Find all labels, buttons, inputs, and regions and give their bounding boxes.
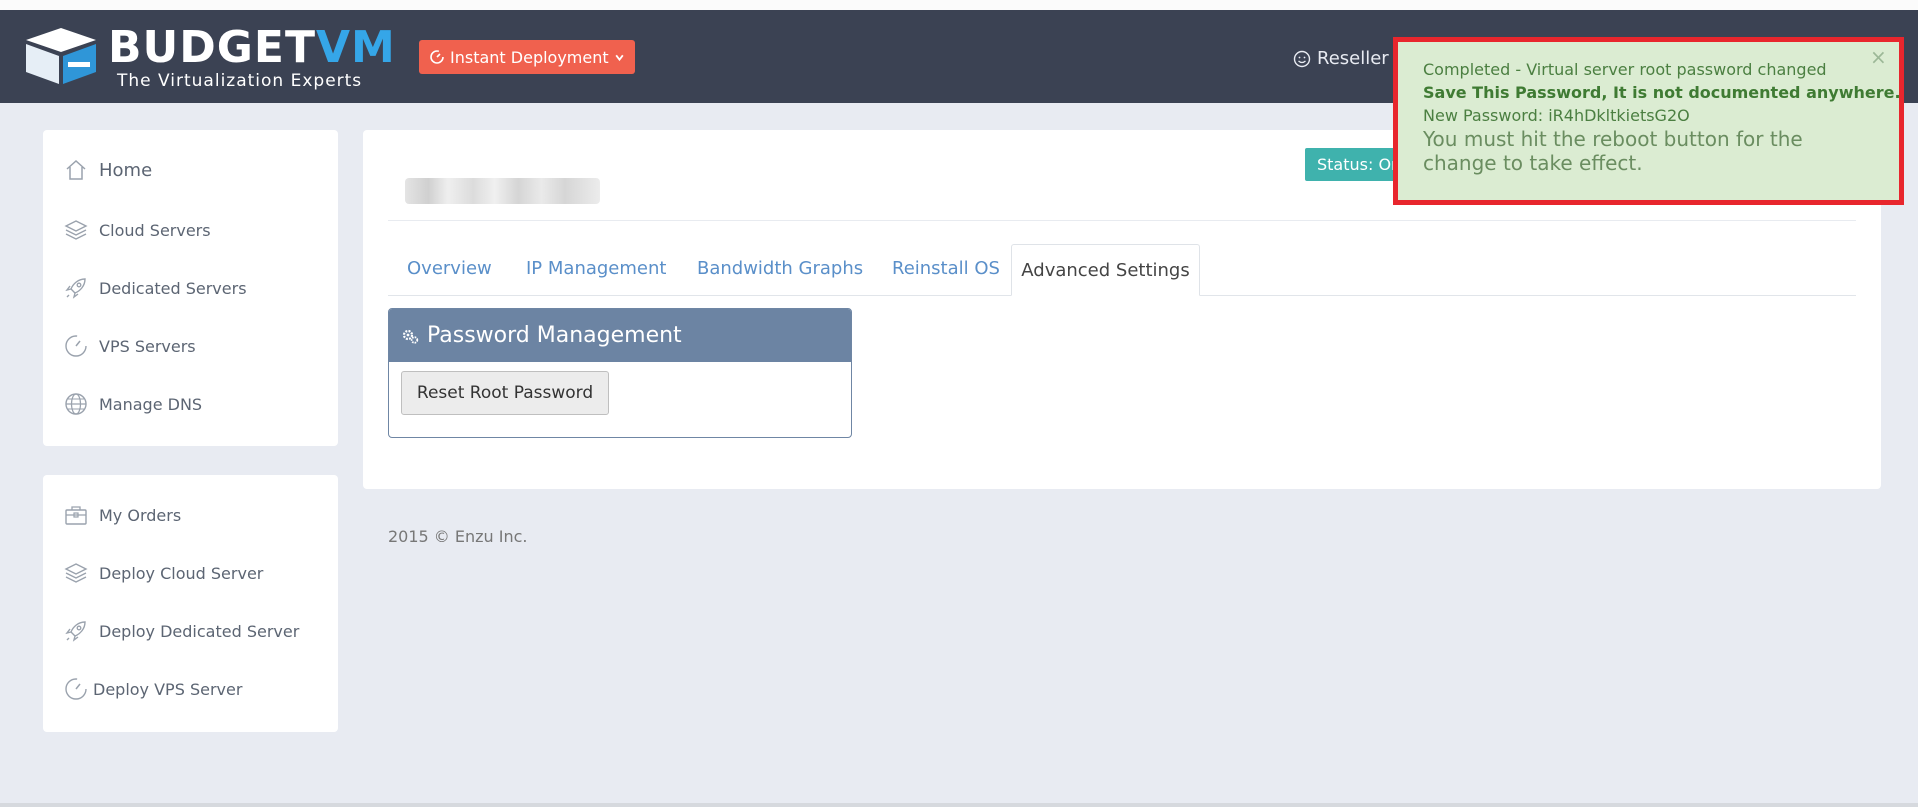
sidebar-secondary: My Orders Deploy Cloud Server Deploy Ded… — [43, 475, 338, 732]
server-name-redacted — [405, 178, 600, 204]
footer-copyright: 2015 © Enzu Inc. — [388, 527, 528, 546]
sidebar-item-label: VPS Servers — [99, 336, 196, 356]
sidebar-item-label: My Orders — [99, 505, 182, 525]
rocket-icon — [65, 621, 86, 642]
tab-reinstall-os[interactable]: Reinstall OS — [892, 258, 1000, 279]
tab-advanced-settings[interactable]: Advanced Settings — [1011, 244, 1200, 296]
panel-header: Password Management — [389, 309, 851, 362]
sidebar-primary: Home Cloud Servers Dedicated Servers VPS… — [43, 130, 338, 446]
status-badge: Status: On — [1305, 148, 1405, 181]
reseller-label: Reseller — [1317, 48, 1389, 69]
password-management-panel: Password Management Reset Root Password — [388, 308, 852, 438]
sidebar-item-deploy-vps-server[interactable]: Deploy VPS Server — [63, 676, 242, 702]
bottom-border — [0, 803, 1918, 807]
gauge-icon — [65, 678, 87, 700]
reseller-link[interactable]: Reseller — [1293, 48, 1389, 69]
layers-icon — [64, 563, 88, 583]
home-icon — [66, 159, 86, 180]
sidebar-item-label: Deploy VPS Server — [93, 679, 243, 699]
sidebar-item-label: Home — [99, 159, 153, 181]
briefcase-icon — [65, 506, 87, 525]
smiley-icon — [1293, 50, 1311, 67]
notification-status: Completed - Virtual server root password… — [1423, 60, 1827, 79]
header-divider — [388, 220, 1856, 221]
sidebar-item-vps-servers[interactable]: VPS Servers — [63, 333, 196, 359]
sidebar-item-manage-dns[interactable]: Manage DNS — [63, 391, 202, 417]
sidebar-item-dedicated-servers[interactable]: Dedicated Servers — [63, 275, 247, 301]
sidebar-item-label: Deploy Cloud Server — [99, 563, 264, 583]
browser-top-strip — [0, 0, 1918, 10]
tab-bandwidth-graphs[interactable]: Bandwidth Graphs — [697, 258, 863, 279]
gears-icon — [402, 329, 419, 344]
globe-icon — [65, 393, 87, 415]
brand-tagline: The Virtualization Experts — [117, 71, 363, 91]
tab-ip-management[interactable]: IP Management — [526, 258, 666, 279]
chevron-down-icon — [615, 54, 624, 61]
tab-overview[interactable]: Overview — [407, 258, 492, 279]
panel-title: Password Management — [427, 323, 682, 348]
close-icon[interactable]: × — [1870, 47, 1887, 67]
layers-icon — [64, 220, 88, 240]
notification-warning: Save This Password, It is not documented… — [1423, 83, 1901, 102]
sidebar-item-home[interactable]: Home — [63, 157, 152, 183]
gauge-icon — [65, 335, 87, 357]
notification-reboot-note: You must hit the reboot button for the c… — [1423, 127, 1803, 175]
budgetvm-logo[interactable]: BUDGETVM The Virtualization Experts — [22, 22, 402, 94]
success-notification: Completed - Virtual server root password… — [1393, 37, 1904, 205]
brand-name: BUDGETVM — [108, 22, 396, 73]
cube-logo-icon — [26, 28, 96, 84]
sidebar-item-deploy-cloud-server[interactable]: Deploy Cloud Server — [63, 560, 263, 586]
sidebar-item-label: Cloud Servers — [99, 220, 211, 240]
sidebar-item-label: Manage DNS — [99, 394, 203, 414]
instant-deployment-button[interactable]: Instant Deployment — [419, 40, 635, 74]
rocket-icon — [65, 278, 86, 299]
deploy-button-label: Instant Deployment — [450, 47, 609, 67]
sidebar-item-cloud-servers[interactable]: Cloud Servers — [63, 217, 211, 243]
sidebar-item-deploy-dedicated-server[interactable]: Deploy Dedicated Server — [63, 618, 299, 644]
sidebar-item-label: Dedicated Servers — [99, 278, 247, 298]
reset-root-password-button[interactable]: Reset Root Password — [401, 371, 609, 415]
sidebar-item-my-orders[interactable]: My Orders — [63, 502, 181, 528]
gauge-icon — [430, 50, 444, 64]
sidebar-item-label: Deploy Dedicated Server — [99, 621, 300, 641]
notification-new-password: New Password: iR4hDkltkietsG2O — [1423, 106, 1690, 125]
